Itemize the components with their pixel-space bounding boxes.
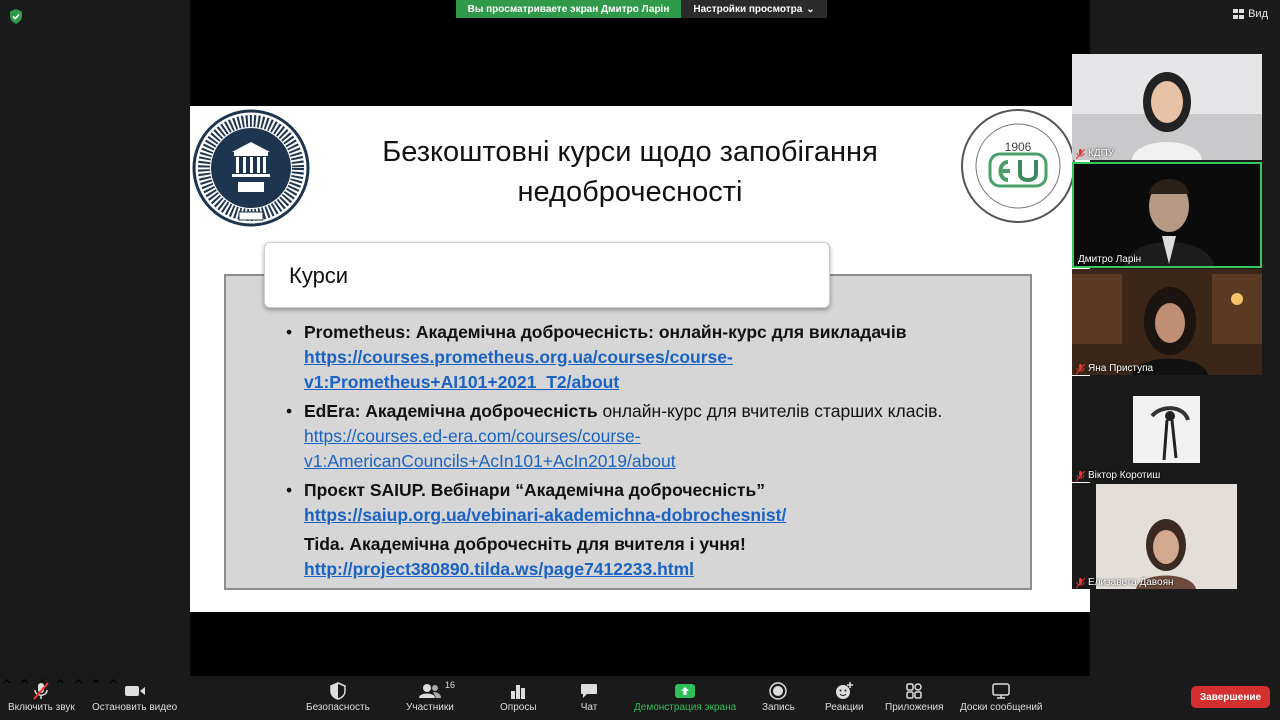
participant-label: Яна Приступа xyxy=(1076,363,1153,374)
university-seal-logo-left xyxy=(192,109,310,227)
participants-label: Участники xyxy=(406,702,454,713)
security-label: Безопасность xyxy=(306,702,370,713)
participant-video xyxy=(1074,164,1260,266)
participant-tile[interactable]: Елизавета Давоян xyxy=(1072,483,1262,589)
share-screen-label: Демонстрация экрана xyxy=(634,702,737,713)
unmute-label: Включить звук xyxy=(8,702,75,713)
view-button-label: Вид xyxy=(1248,8,1268,20)
course-title: Tida. Академічна доброчесніть для вчител… xyxy=(304,534,746,554)
grid-view-icon xyxy=(1233,9,1245,19)
record-icon xyxy=(769,682,788,700)
reactions-button[interactable]: Реакции xyxy=(825,680,864,713)
university-seal-logo-right: 1906 xyxy=(961,109,1075,223)
participant-avatar xyxy=(1072,376,1262,482)
chat-button[interactable]: Чат xyxy=(580,680,598,713)
stop-video-label: Остановить видео xyxy=(92,702,178,713)
participant-tile[interactable]: Віктор Коротиш xyxy=(1072,376,1262,482)
participant-tile-active-speaker[interactable]: Дмитро Ларін xyxy=(1072,162,1262,268)
apps-label: Приложения xyxy=(885,702,944,713)
chat-label: Чат xyxy=(580,702,598,713)
mic-muted-icon xyxy=(1076,470,1085,481)
course-list: Prometheus: Академічна доброчесність: он… xyxy=(286,320,976,586)
polls-button[interactable]: Опросы xyxy=(500,680,537,713)
course-desc: онлайн-курс для вчителів старших класів. xyxy=(597,401,943,421)
course-item-edera: EdEra: Академічна доброчесність онлайн-к… xyxy=(286,399,976,474)
zoom-meeting-window: { "topbar": { "viewing_banner": "Вы прос… xyxy=(0,0,1280,720)
mic-muted-icon xyxy=(1076,363,1085,374)
meeting-toolbar: Включить звук ⌃ Остановить видео ⌃ Безоп… xyxy=(0,676,1280,720)
security-shield-icon xyxy=(10,9,22,24)
chat-bubble-icon xyxy=(581,684,597,698)
polls-label: Опросы xyxy=(500,702,537,713)
apps-button[interactable]: Приложения xyxy=(885,680,944,713)
whiteboards-button[interactable]: Доски сообщений xyxy=(960,680,1043,713)
course-link[interactable]: https://courses.ed-era.com/courses/cours… xyxy=(304,426,676,471)
share-screen-button[interactable]: Демонстрация экрана xyxy=(634,680,736,713)
viewing-screen-banner: Вы просматриваете экран Дмитро Ларін xyxy=(456,0,681,18)
participant-video xyxy=(1072,54,1262,160)
logo-year: 1906 xyxy=(1005,140,1032,154)
participant-name: КДПУ xyxy=(1088,148,1115,159)
course-link[interactable]: https://courses.prometheus.org.ua/course… xyxy=(304,347,733,392)
reactions-label: Реакции xyxy=(825,702,864,713)
whiteboards-label: Доски сообщений xyxy=(960,702,1043,713)
mic-muted-icon xyxy=(1076,148,1085,159)
view-options-dropdown[interactable]: Настройки просмотра ⌄ xyxy=(681,0,827,18)
participant-label: Елизавета Давоян xyxy=(1076,577,1174,588)
participant-name: Елизавета Давоян xyxy=(1088,577,1174,588)
unmute-button[interactable]: Включить звук xyxy=(8,680,75,713)
section-label: Курси xyxy=(289,263,349,288)
stop-video-button[interactable]: Остановить видео xyxy=(92,680,177,713)
apps-icon xyxy=(906,683,922,699)
view-options-label: Настройки просмотра xyxy=(693,3,803,15)
slide-title: Безкоштовні курси щодо запобігання недоб… xyxy=(330,132,930,212)
mic-muted-icon xyxy=(1076,577,1085,588)
participant-label: КДПУ xyxy=(1076,148,1114,159)
course-link[interactable]: http://project380890.tilda.ws/page741223… xyxy=(304,559,694,579)
smiley-icon xyxy=(836,682,854,699)
section-header-box: Курси xyxy=(264,242,830,308)
course-link[interactable]: https://saiup.org.ua/vebinari-akademichn… xyxy=(304,505,786,525)
participant-tile[interactable]: КДПУ xyxy=(1072,54,1262,160)
video-camera-icon xyxy=(124,686,145,696)
participant-label: Дмитро Ларін xyxy=(1078,254,1141,265)
bar-chart-icon xyxy=(511,685,526,699)
shield-icon xyxy=(330,682,346,700)
chevron-down-icon: ⌄ xyxy=(806,3,815,15)
participant-name: Віктор Коротиш xyxy=(1088,470,1161,481)
participants-icon xyxy=(418,684,441,698)
course-item-tilda: Tida. Академічна доброчесніть для вчител… xyxy=(286,532,976,582)
participant-name: Дмитро Ларін xyxy=(1078,254,1142,265)
course-item-prometheus: Prometheus: Академічна доброчесність: он… xyxy=(286,320,976,395)
whiteboard-icon xyxy=(992,683,1011,699)
participant-label: Віктор Коротиш xyxy=(1076,470,1160,481)
share-screen-icon xyxy=(675,684,696,698)
course-title: Проєкт SAIUP. Вебінари “Академічна добро… xyxy=(304,480,765,500)
participant-video xyxy=(1072,483,1262,589)
course-title: Prometheus: Академічна доброчесність: он… xyxy=(304,322,907,342)
participants-count: 16 xyxy=(445,680,456,690)
presentation-slide: Безкоштовні курси щодо запобігання недоб… xyxy=(190,106,1090,612)
slide-title-line-2: недоброчесності xyxy=(517,176,743,208)
participant-video xyxy=(1072,269,1262,375)
security-button[interactable]: Безопасность xyxy=(306,680,370,713)
slide-title-line-1: Безкоштовні курси щодо запобігання xyxy=(382,136,878,168)
end-meeting-button[interactable]: Завершение xyxy=(1191,686,1270,708)
participant-name: Яна Приступа xyxy=(1088,363,1154,374)
course-title: EdEra: Академічна доброчесність xyxy=(304,401,598,421)
view-button[interactable]: Вид xyxy=(1233,8,1268,20)
participant-tile[interactable]: Яна Приступа xyxy=(1072,269,1262,375)
course-item-saiup: Проєкт SAIUP. Вебінари “Академічна добро… xyxy=(286,478,976,528)
mic-muted-icon xyxy=(33,682,50,700)
record-label: Запись xyxy=(762,702,795,713)
record-button[interactable]: Запись xyxy=(762,680,795,713)
